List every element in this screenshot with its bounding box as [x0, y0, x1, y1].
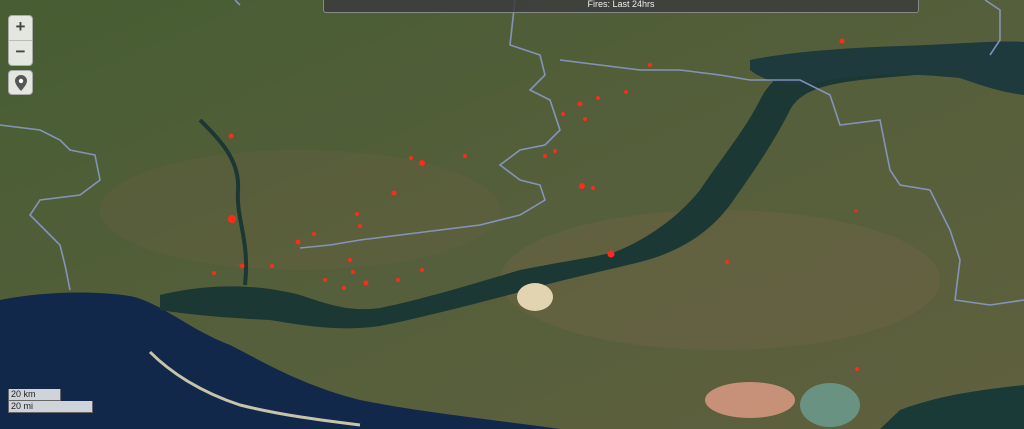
fire-point — [855, 367, 859, 371]
fire-point — [212, 271, 216, 275]
fire-point — [391, 190, 397, 196]
fire-point — [543, 154, 547, 158]
page-title: Fires: Last 24hrs — [587, 0, 655, 9]
fire-point — [342, 286, 346, 290]
fire-point — [323, 278, 327, 282]
fire-point — [579, 183, 585, 189]
fire-point — [583, 117, 587, 121]
fire-point — [396, 278, 400, 282]
fire-point — [358, 224, 362, 228]
locate-button[interactable] — [8, 70, 33, 95]
zoom-in-button[interactable]: + — [9, 16, 32, 40]
satellite-map[interactable] — [0, 0, 1024, 429]
fire-point — [312, 232, 316, 236]
sand-area — [517, 283, 553, 311]
fire-point — [561, 112, 565, 116]
fire-point — [355, 212, 359, 216]
scale-km: 20 km — [8, 389, 61, 401]
fire-point — [648, 63, 652, 67]
title-bar: Fires: Last 24hrs — [323, 0, 919, 13]
map-pin-icon — [14, 74, 27, 91]
fire-point — [348, 258, 352, 262]
lagoon — [705, 382, 795, 418]
lagoon — [800, 383, 860, 427]
fire-point — [351, 270, 355, 274]
fire-point — [295, 239, 301, 245]
fire-point — [239, 263, 245, 269]
fire-point — [624, 90, 628, 94]
fire-point — [839, 38, 845, 44]
fire-point — [409, 156, 413, 160]
farmland — [500, 210, 940, 350]
fire-point — [228, 133, 234, 139]
fire-point — [725, 260, 729, 264]
zoom-control: + − — [8, 15, 33, 66]
fire-point — [463, 154, 467, 158]
fire-point — [854, 209, 858, 213]
fire-point — [228, 215, 236, 223]
fire-point — [270, 264, 274, 268]
fire-point — [420, 268, 424, 272]
fire-point — [596, 96, 600, 100]
fire-point — [553, 149, 557, 153]
scale-mi: 20 mi — [8, 401, 93, 413]
fire-point — [363, 280, 369, 286]
zoom-out-button[interactable]: − — [9, 40, 32, 65]
farmland — [100, 150, 500, 270]
fire-point — [607, 250, 615, 258]
fire-point — [419, 160, 425, 166]
fire-point — [577, 101, 583, 107]
fire-point — [591, 186, 595, 190]
